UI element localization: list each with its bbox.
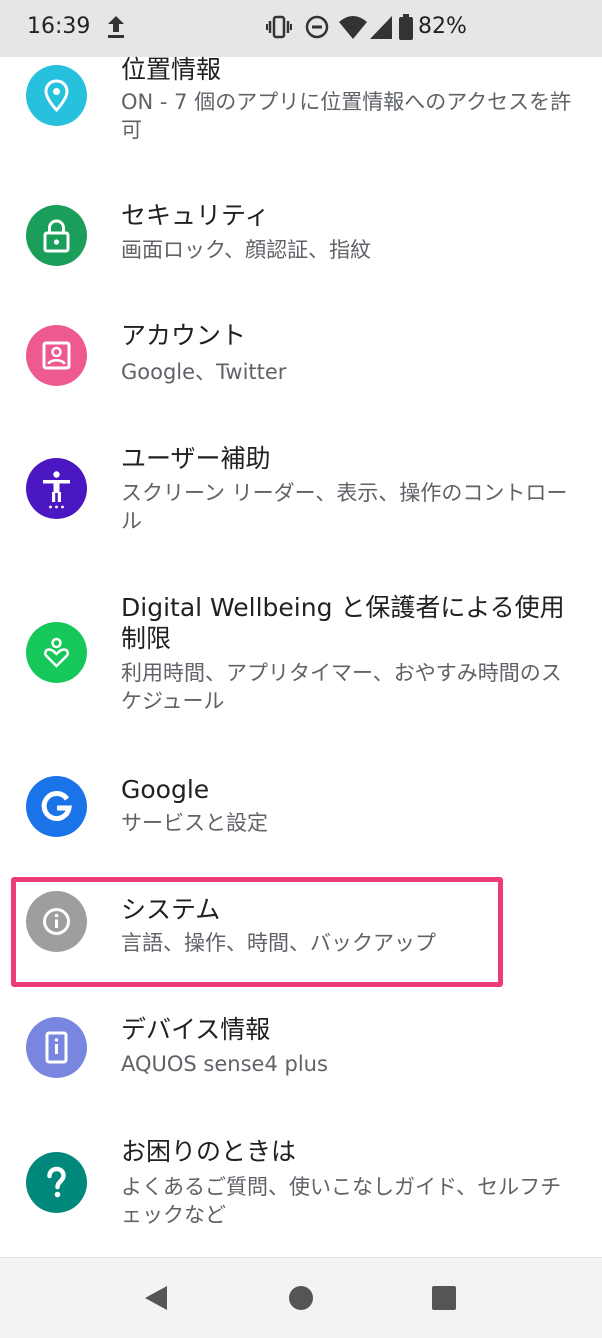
settings-item-accounts[interactable]: アカウント Google、Twitter — [0, 300, 602, 400]
settings-item-summary: よくあるご質問、使いこなしガイド、セルフチェックなど — [121, 1175, 562, 1227]
upload-icon — [106, 14, 126, 44]
settings-item-title: セキュリティ — [121, 201, 270, 230]
phone-info-icon — [26, 1017, 87, 1078]
wellbeing-heart-icon — [26, 622, 87, 683]
settings-item-summary: Google、Twitter — [121, 360, 287, 384]
do-not-disturb-icon — [304, 13, 330, 45]
settings-item-summary: 利用時間、アプリタイマー、おやすみ時間のスケジュール — [121, 661, 562, 713]
settings-item-summary: サービスと設定 — [121, 811, 268, 835]
settings-item-security[interactable]: セキュリティ 画面ロック、顔認証、指紋 — [0, 180, 602, 280]
settings-item-location[interactable]: 位置情報 ON - 7 個のアプリに位置情報へのアクセスを許可 — [0, 55, 602, 157]
help-question-icon — [26, 1152, 87, 1213]
account-box-icon — [26, 325, 87, 386]
battery-icon — [398, 13, 414, 45]
highlight-frame — [11, 877, 503, 987]
settings-item-summary: ON - 7 個のアプリに位置情報へのアクセスを許可 — [121, 90, 572, 142]
settings-item-summary: 画面ロック、顔認証、指紋 — [121, 238, 372, 262]
cell-signal-icon — [368, 13, 394, 45]
settings-item-device-info[interactable]: デバイス情報 AQUOS sense4 plus — [0, 1000, 602, 1100]
home-icon[interactable] — [288, 1284, 314, 1316]
settings-item-digital-wellbeing[interactable]: Digital Wellbeing と保護者による使用制限 利用時間、アプリタイ… — [0, 580, 602, 730]
settings-item-accessibility[interactable]: ユーザー補助 スクリーン リーダー、表示、操作のコントロール — [0, 420, 602, 550]
settings-item-google[interactable]: Google サービスと設定 — [0, 760, 602, 860]
settings-item-help[interactable]: お困りのときは よくあるご質問、使いこなしガイド、セルフチェックなど — [0, 1120, 602, 1250]
settings-item-title: 位置情報 — [121, 55, 222, 84]
settings-item-summary: AQUOS sense4 plus — [121, 1052, 328, 1076]
settings-item-title: お困りのときは — [121, 1137, 297, 1166]
settings-item-title: デバイス情報 — [121, 1015, 271, 1044]
accessibility-icon — [26, 458, 87, 519]
settings-item-summary: スクリーン リーダー、表示、操作のコントロール — [121, 481, 568, 533]
google-g-icon — [26, 776, 87, 837]
location-pin-icon — [26, 65, 87, 126]
settings-item-title: ユーザー補助 — [121, 444, 271, 473]
wifi-icon — [338, 13, 368, 45]
settings-item-title: Google — [121, 775, 210, 804]
status-time: 16:39 — [27, 14, 91, 39]
settings-item-title: アカウント — [121, 321, 247, 350]
status-bar: 16:39 82% — [0, 0, 602, 57]
battery-percent: 82% — [418, 14, 467, 39]
recents-icon[interactable] — [431, 1284, 457, 1316]
back-icon[interactable] — [143, 1284, 169, 1316]
settings-item-title: Digital Wellbeing と保護者による使用制限 — [121, 593, 565, 653]
vibrate-icon — [266, 13, 292, 45]
lock-icon — [26, 205, 87, 266]
navigation-bar — [0, 1257, 602, 1338]
